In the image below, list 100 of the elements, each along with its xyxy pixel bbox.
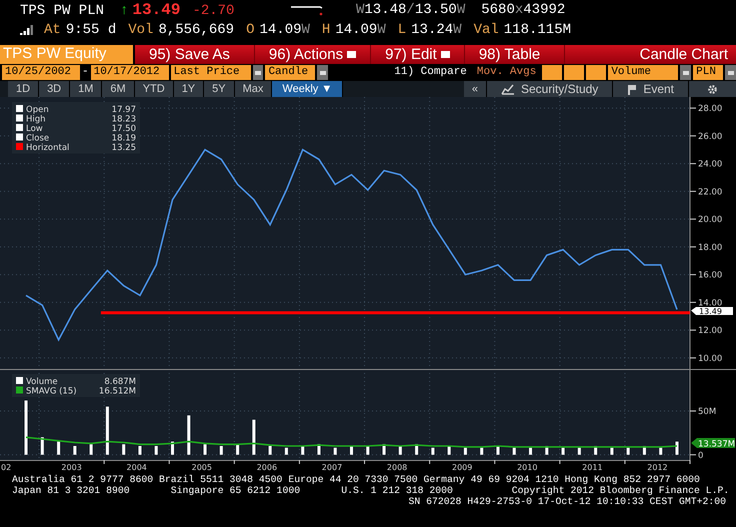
axis-label: 22.00: [698, 187, 722, 198]
axis-label: 20.00: [698, 215, 722, 226]
volume-bar: [40, 437, 44, 455]
quote-value: 14.09: [335, 20, 378, 40]
field-label: Vol: [128, 20, 154, 40]
signal-icon: [20, 25, 36, 35]
field-label: O: [246, 20, 254, 40]
dropdown-button[interactable]: [317, 65, 328, 80]
period-tab[interactable]: 5Y: [204, 81, 235, 97]
chart-title: Candle Chart: [640, 45, 729, 64]
security-study-button[interactable]: Security/Study: [486, 81, 612, 97]
volume-bar: [431, 448, 434, 455]
legend-label: Low: [26, 124, 43, 134]
axis-label: 26.00: [698, 132, 722, 142]
chart-type-select[interactable]: Candle: [265, 65, 316, 80]
period-tab[interactable]: 6M: [102, 81, 135, 97]
volume-bar: [448, 446, 451, 455]
axis-label: 10.00: [698, 354, 722, 364]
currency-select[interactable]: PLN: [693, 65, 724, 80]
volume-bar: [268, 446, 272, 455]
volume-bar: [187, 415, 190, 455]
quote-value: 5680: [481, 0, 515, 20]
year-label: 2007: [322, 463, 342, 472]
moving-average-field[interactable]: [564, 65, 584, 80]
last-price: 13.49: [132, 0, 180, 21]
period-tab[interactable]: YTD: [134, 81, 174, 97]
legend-value: 13.25: [112, 143, 136, 153]
footer-text: Japan 81 3 3201 8900 Singapore 65 6212 1000 U.S. 1 212 318 2000 Copyright 2012 Bloomberg Finance L.P.: [11, 485, 730, 496]
volume-bar: [317, 444, 320, 455]
unit-text: W: [377, 20, 386, 40]
volume-bar: [480, 448, 484, 455]
year-label: 2010: [517, 463, 538, 472]
date-field[interactable]: 10/25/2002: [2, 65, 80, 80]
event-button[interactable]: Event: [612, 81, 688, 97]
legend-label: Volume: [26, 377, 58, 387]
volume-bar: [154, 446, 158, 455]
unit-text: W: [456, 0, 466, 20]
volume-bar: [57, 442, 60, 455]
legend-value: 16.512M: [98, 386, 136, 396]
volume-bar: [171, 442, 174, 455]
legend-value: 18.23: [112, 114, 136, 124]
year-label: 2006: [256, 463, 278, 472]
collapse-button[interactable]: «: [464, 81, 486, 97]
volume-bar: [366, 446, 370, 455]
legend-value: 8.687M: [104, 377, 136, 387]
quote-value: 8,556,669: [158, 20, 234, 40]
price-field-select[interactable]: Last Price: [170, 65, 251, 80]
date-field[interactable]: 10/17/2012: [90, 65, 169, 80]
period-tab[interactable]: 1M: [70, 81, 102, 97]
year-label: 2009: [452, 463, 472, 472]
period-tab[interactable]: Weekly ▼: [272, 81, 344, 97]
legend-label: Close: [26, 134, 50, 144]
axis-label: 16.00: [698, 270, 722, 281]
volume-bar: [626, 448, 630, 455]
volume-bar: [284, 448, 288, 455]
legend-label: Horizontal: [26, 143, 70, 153]
period-tab[interactable]: Max: [234, 81, 272, 97]
compare-link[interactable]: 11) Compare: [390, 65, 471, 80]
study-select[interactable]: Volume: [608, 65, 678, 80]
legend-swatch: [16, 377, 23, 384]
volume-bar: [90, 444, 93, 455]
field-label: Val: [474, 20, 499, 40]
year-label: 2005: [192, 463, 212, 472]
period-tab[interactable]: 1Y: [174, 81, 204, 97]
axis-label: 18.00: [698, 242, 722, 253]
period-tab[interactable]: 3D: [39, 81, 70, 97]
unit-text: W: [453, 20, 462, 40]
volume-bar: [138, 446, 142, 455]
volume-bar: [642, 446, 646, 455]
volume-bar: [24, 400, 28, 455]
volume-bar: [512, 448, 516, 455]
volume-bar: [73, 446, 76, 455]
footer-text: Australia 61 2 9777 8600 Brazil 5511 3048 4500 Europe 44 20 7330 7500 Germany 49 69 9204 1210 Hong Kong 852 2977 6000: [11, 474, 701, 485]
last-price-tag: 13.49: [691, 306, 733, 316]
quote-value: 9:55 d: [66, 20, 116, 40]
moving-average-field[interactable]: [586, 65, 606, 80]
legend-value: 17.50: [112, 124, 136, 134]
volume-bar: [106, 406, 109, 455]
line-chart-icon: [500, 84, 515, 94]
dropdown-button[interactable]: [680, 65, 692, 80]
volume-bar: [382, 444, 386, 455]
axis-label: 24.00: [698, 160, 722, 170]
volume-bar: [334, 448, 337, 455]
moving-average-field[interactable]: [542, 65, 562, 80]
quote-value: 14.09: [259, 20, 302, 40]
volume-bar: [562, 448, 565, 455]
quote-value: 13.50: [414, 0, 457, 20]
volume-tag: 13.537M: [691, 438, 736, 450]
year-label: 2003: [61, 463, 82, 472]
volume-bar: [204, 444, 207, 455]
field-label: L: [398, 20, 406, 40]
dropdown-button[interactable]: [252, 65, 264, 80]
volume-bar: [252, 420, 256, 455]
period-tab[interactable]: 1D: [8, 81, 40, 97]
settings-button[interactable]: [688, 81, 736, 97]
unit-text: x: [514, 0, 524, 20]
legend-label: Open: [26, 105, 49, 115]
legend-value: 17.97: [112, 105, 136, 115]
volume-bar: [675, 442, 678, 455]
volume-bar: [594, 446, 598, 455]
